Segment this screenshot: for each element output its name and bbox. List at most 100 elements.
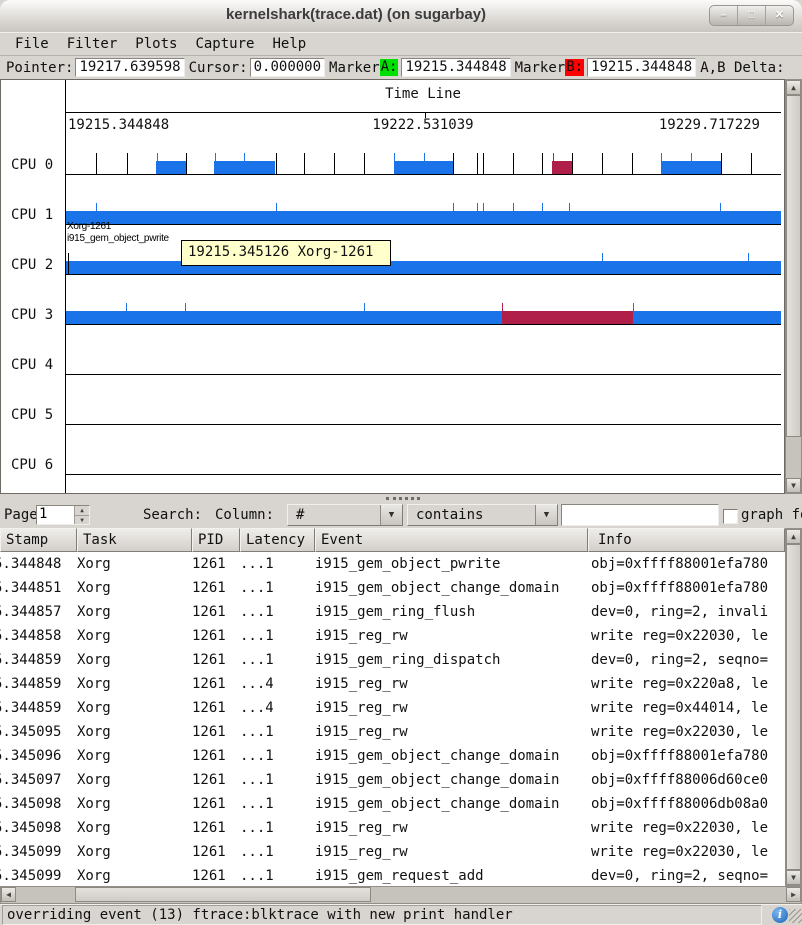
page-spinbox[interactable]: ▲ ▼ xyxy=(36,505,90,525)
column-header-event[interactable]: Event xyxy=(315,528,588,552)
menu-plots[interactable]: Plots xyxy=(126,33,186,55)
graph-follows-checkbox[interactable] xyxy=(723,509,738,524)
menu-file[interactable]: File xyxy=(6,33,58,55)
title-bar[interactable]: kernelshark(trace.dat) (on sugarbay) – □… xyxy=(0,0,802,33)
menu-capture[interactable]: Capture xyxy=(186,33,263,55)
pane-splitter[interactable] xyxy=(0,494,802,503)
cell-pid: 1261 xyxy=(186,576,234,600)
cell-task: Xorg xyxy=(71,744,186,768)
table-row[interactable]: 5.345095Xorg1261...1i915_reg_rwwrite reg… xyxy=(0,720,785,744)
event-tick xyxy=(453,203,454,224)
column-header-stamp[interactable]: Stamp xyxy=(0,528,77,552)
column-select[interactable]: # ▼ xyxy=(287,504,403,526)
menu-help[interactable]: Help xyxy=(263,33,315,55)
table-row[interactable]: 5.345096Xorg1261...1i915_gem_object_chan… xyxy=(0,744,785,768)
table-row[interactable]: 5.344848Xorg1261...1i915_gem_object_pwri… xyxy=(0,552,785,576)
column-header-task[interactable]: Task xyxy=(77,528,192,552)
table-row[interactable]: 5.344859Xorg1261...1i915_gem_ring_dispat… xyxy=(0,648,785,672)
cell-task: Xorg xyxy=(71,576,186,600)
table-row[interactable]: 5.345097Xorg1261...1i915_gem_object_chan… xyxy=(0,768,785,792)
column-header-pid[interactable]: PID xyxy=(192,528,240,552)
table-row[interactable]: 5.344859Xorg1261...4i915_reg_rwwrite reg… xyxy=(0,672,785,696)
cpu-baseline xyxy=(65,474,781,475)
marker-b-label: Marker xyxy=(515,60,566,76)
table-row[interactable]: 5.345099Xorg1261...1i915_gem_request_add… xyxy=(0,864,785,886)
graph-vscrollbar[interactable]: ▲ ▼ xyxy=(785,79,802,494)
scroll-down-icon[interactable]: ▼ xyxy=(786,870,801,885)
column-header-latency[interactable]: Latency xyxy=(240,528,315,552)
menu-filter[interactable]: Filter xyxy=(58,33,127,55)
cpu-label: CPU 0 xyxy=(11,157,61,173)
cursor-value: 0.000000 xyxy=(250,58,325,77)
sched-bar[interactable] xyxy=(552,161,572,174)
event-tick xyxy=(276,203,277,224)
maximize-button[interactable]: □ xyxy=(738,6,766,25)
table-hscroll-thumb[interactable] xyxy=(75,887,371,902)
cpu-baseline xyxy=(65,224,781,225)
cell-task: Xorg xyxy=(71,840,186,864)
scroll-up-icon[interactable]: ▲ xyxy=(786,529,801,544)
cell-latency: ...1 xyxy=(234,816,309,840)
marker-a-badge[interactable]: A: xyxy=(380,59,399,76)
event-tick xyxy=(602,153,603,174)
table-vscrollbar[interactable]: ▲ ▼ xyxy=(785,528,802,886)
table-vscroll-thumb[interactable] xyxy=(786,544,801,870)
chevron-down-icon[interactable]: ▼ xyxy=(535,505,557,525)
event-tick xyxy=(126,303,127,324)
resize-grip-icon[interactable] xyxy=(789,909,802,923)
scroll-right-icon[interactable]: ▶ xyxy=(786,887,801,902)
table-row[interactable]: 5.344851Xorg1261...1i915_gem_object_chan… xyxy=(0,576,785,600)
sched-bar[interactable] xyxy=(66,311,781,324)
cell-pid: 1261 xyxy=(186,816,234,840)
spin-down-icon[interactable]: ▼ xyxy=(75,516,89,525)
table-row[interactable]: 5.344859Xorg1261...4i915_reg_rwwrite reg… xyxy=(0,696,785,720)
sched-bar[interactable] xyxy=(66,261,781,274)
cpu-label: CPU 2 xyxy=(11,257,61,273)
sched-bar[interactable] xyxy=(66,211,781,224)
close-button[interactable]: ✕ xyxy=(766,6,793,25)
graph-vscroll-thumb[interactable] xyxy=(786,95,801,437)
graph-follows-label: graph follows xyxy=(741,507,802,523)
column-header-info[interactable]: Info xyxy=(588,528,785,552)
table-row[interactable]: 5.344857Xorg1261...1i915_gem_ring_flushd… xyxy=(0,600,785,624)
event-tick xyxy=(483,153,484,174)
scroll-down-icon[interactable]: ▼ xyxy=(786,478,801,493)
search-label: Search: xyxy=(143,507,202,523)
search-input[interactable] xyxy=(562,505,718,525)
cell-stamp: 5.345099 xyxy=(0,864,71,886)
spin-up-icon[interactable]: ▲ xyxy=(75,506,89,516)
sched-bar[interactable] xyxy=(156,161,186,174)
cell-latency: ...1 xyxy=(234,648,309,672)
cell-stamp: 5.344848 xyxy=(0,552,71,576)
cell-stamp: 5.344859 xyxy=(0,672,71,696)
table-row[interactable]: 5.345099Xorg1261...1i915_reg_rwwrite reg… xyxy=(0,840,785,864)
status-message: overriding event (13) ftrace:blktrace wi… xyxy=(2,905,762,925)
cell-event: i915_gem_object_change_domain xyxy=(309,744,582,768)
table-row[interactable]: 5.344858Xorg1261...1i915_reg_rwwrite reg… xyxy=(0,624,785,648)
event-tick xyxy=(244,153,245,174)
cell-info: write reg=0x22030, le xyxy=(582,624,779,648)
page-spin-buttons: ▲ ▼ xyxy=(74,506,89,524)
cpu-baseline xyxy=(65,174,781,175)
cell-task: Xorg xyxy=(71,720,186,744)
hover-event-label: i915_gem_object_pwrite xyxy=(67,233,169,244)
marker-b-badge[interactable]: B: xyxy=(565,59,584,76)
cell-pid: 1261 xyxy=(186,552,234,576)
table-row[interactable]: 5.345098Xorg1261...1i915_gem_object_chan… xyxy=(0,792,785,816)
page-input[interactable] xyxy=(39,506,73,522)
event-tick xyxy=(394,153,395,174)
cell-latency: ...1 xyxy=(234,600,309,624)
match-select[interactable]: contains ▼ xyxy=(407,504,558,526)
cell-stamp: 5.345097 xyxy=(0,768,71,792)
scroll-left-icon[interactable]: ◀ xyxy=(1,887,16,902)
minimize-button[interactable]: – xyxy=(710,6,738,25)
sched-bar[interactable] xyxy=(502,311,633,324)
scroll-up-icon[interactable]: ▲ xyxy=(786,80,801,95)
cell-task: Xorg xyxy=(71,816,186,840)
timeline-plot[interactable]: Time Line 19215.344848 19222.531039 1922… xyxy=(0,79,785,494)
table-row[interactable]: 5.345098Xorg1261...1i915_reg_rwwrite reg… xyxy=(0,816,785,840)
table-hscrollbar[interactable]: ◀ ▶ xyxy=(0,886,802,904)
chevron-down-icon[interactable]: ▼ xyxy=(380,505,402,525)
event-tick xyxy=(68,253,69,274)
info-icon[interactable]: i xyxy=(772,907,788,923)
